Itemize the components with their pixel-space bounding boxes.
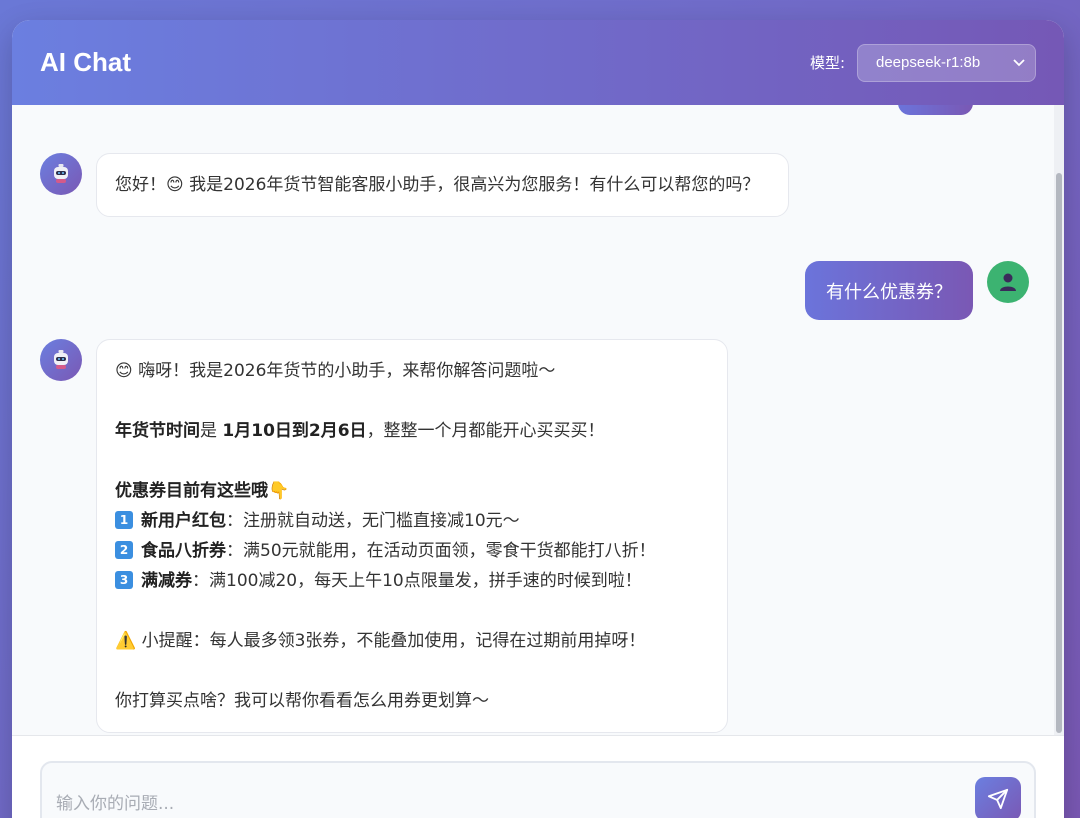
coupon-name: 满减券: [141, 571, 192, 591]
number-badge-icon: 3: [115, 571, 133, 589]
coupon-item: 2 食品八折券：满50元就能用，在活动页面领，零食干货都能打八折！: [115, 536, 709, 566]
intro-line: 😊 嗨呀！我是2026年货节的小助手，来帮你解答问题啦～: [115, 361, 556, 381]
event-time-suffix: ，整整一个月都能开心买买买！: [366, 421, 605, 441]
event-time-range: 1月10日到2月6日: [222, 421, 367, 441]
closing-line: 你打算买点啥？我可以帮你看看怎么用券更划算～: [115, 691, 489, 711]
event-time-label: 年货节时间: [115, 421, 200, 441]
coupon-heading: 优惠券目前有这些哦👇: [115, 481, 290, 501]
scrollbar-thumb[interactable]: [1056, 173, 1062, 733]
bot-avatar: [40, 339, 82, 381]
chevron-down-icon: [1013, 56, 1025, 70]
user-message-text: 有什么优惠券？: [826, 281, 952, 303]
app-title: AI Chat: [40, 47, 131, 77]
coupon-item: 1 新用户红包：注册就自动送，无门槛直接减10元～: [115, 506, 709, 536]
input-box: [40, 761, 1036, 818]
coupon-name: 新用户红包: [141, 511, 226, 531]
coupon-name: 食品八折券: [141, 541, 226, 561]
event-time-line: 年货节时间是 1月10日到2月6日，整整一个月都能开心买买买！: [115, 416, 709, 446]
model-selector-wrap: 模型: deepseek-r1:8b: [809, 43, 1036, 82]
number-badge-icon: 2: [115, 541, 133, 559]
coupon-desc: ：满50元就能用，在活动页面领，零食干货都能打八折！: [226, 541, 656, 561]
bot-avatar: [40, 153, 82, 195]
robot-icon: [54, 164, 68, 183]
tip-line: ⚠️ 小提醒：每人最多领3张券，不能叠加使用，记得在过期前用掉呀！: [115, 631, 646, 651]
coupon-item: 3 满减券：满100减20，每天上午10点限量发，拼手速的时候到啦！: [115, 566, 709, 596]
number-badge-icon: 1: [115, 511, 133, 529]
user-message: 有什么优惠券？: [805, 261, 973, 320]
question-input[interactable]: [56, 789, 956, 818]
chat-messages[interactable]: 您好！😊 我是2026年货节智能客服小助手，很高兴为您服务！有什么可以帮您的吗？…: [12, 105, 1064, 735]
previous-user-bubble: [898, 105, 973, 115]
model-select-value: deepseek-r1:8b: [876, 54, 981, 71]
send-icon: [987, 788, 1009, 810]
coupon-desc: ：满100减20，每天上午10点限量发，拼手速的时候到啦！: [192, 571, 642, 591]
input-area: [12, 735, 1064, 818]
assistant-message-1: 您好！😊 我是2026年货节智能客服小助手，很高兴为您服务！有什么可以帮您的吗？: [96, 153, 789, 217]
model-label: 模型:: [809, 54, 845, 72]
event-time-is: 是: [200, 421, 223, 441]
coupon-desc: ：注册就自动送，无门槛直接减10元～: [226, 511, 520, 531]
user-avatar: [987, 261, 1029, 303]
header: AI Chat 模型: deepseek-r1:8b: [12, 20, 1064, 105]
chat-app: AI Chat 模型: deepseek-r1:8b 您好！😊 我是2026年货…: [12, 20, 1064, 818]
robot-icon: [54, 350, 68, 369]
assistant-message-1-text: 您好！😊 我是2026年货节智能客服小助手，很高兴为您服务！有什么可以帮您的吗？: [115, 175, 760, 195]
send-button[interactable]: [975, 777, 1021, 818]
user-icon: [1000, 273, 1016, 291]
assistant-message-2: 😊 嗨呀！我是2026年货节的小助手，来帮你解答问题啦～ 年货节时间是 1月10…: [96, 339, 728, 733]
model-select[interactable]: deepseek-r1:8b: [857, 43, 1036, 82]
scrollbar[interactable]: [1054, 105, 1064, 735]
